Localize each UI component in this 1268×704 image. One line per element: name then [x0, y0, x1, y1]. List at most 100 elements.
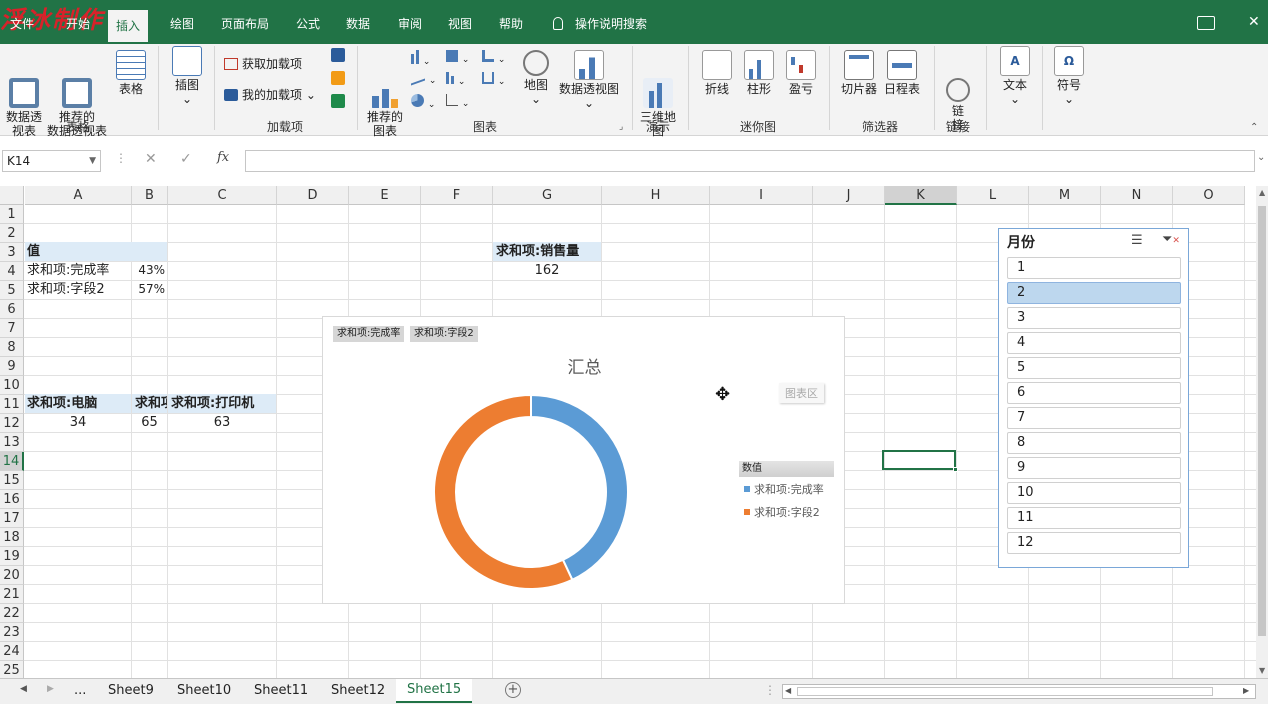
cell-b12[interactable]: 65 — [132, 413, 167, 432]
row-header-20[interactable]: 20 — [0, 566, 24, 585]
donut-slice-1[interactable] — [530, 394, 629, 582]
slicer-item-8[interactable]: 8 — [1007, 432, 1181, 454]
chart-field-button-completion[interactable]: 求和项:完成率 — [333, 326, 405, 342]
cell-b5[interactable]: 57% — [132, 280, 165, 299]
row-header-7[interactable]: 7 — [0, 319, 24, 338]
text-button[interactable]: A 文本 ⌄ — [996, 46, 1034, 106]
slicer-item-7[interactable]: 7 — [1007, 407, 1181, 429]
column-header-j[interactable]: J — [813, 186, 885, 205]
row-header-10[interactable]: 10 — [0, 376, 24, 395]
bing-maps-icon[interactable] — [331, 71, 345, 85]
row-header-24[interactable]: 24 — [0, 642, 24, 661]
tab-help[interactable]: 帮助 — [499, 12, 523, 36]
scroll-up-icon[interactable]: ▲ — [1259, 188, 1265, 197]
legend-field-button[interactable]: 数值 — [739, 461, 834, 477]
pie-chart-icon[interactable]: ⌄ — [411, 94, 437, 110]
line-chart-icon[interactable]: ⌄ — [411, 70, 437, 88]
statistic-chart-icon[interactable]: ⌄ — [446, 72, 474, 88]
waterfall-chart-icon[interactable]: ⌄ — [482, 50, 510, 66]
my-addins-button[interactable]: 我的加载项 ⌄ — [224, 87, 316, 103]
scroll-left-icon[interactable]: ◀ — [785, 686, 791, 695]
table-button[interactable]: 表格 — [112, 50, 150, 96]
formula-input[interactable] — [245, 150, 1255, 172]
legend-item-completion[interactable]: 求和项:完成率 — [744, 483, 824, 497]
fill-handle[interactable] — [953, 467, 958, 472]
row-header-4[interactable]: 4 — [0, 262, 24, 281]
cell-b4[interactable]: 43% — [132, 261, 165, 280]
column-header-a[interactable]: A — [25, 186, 132, 205]
row-header-11[interactable]: 11 — [0, 395, 24, 414]
tab-page-layout[interactable]: 页面布局 — [221, 12, 269, 36]
row-header-14[interactable]: 14 — [0, 452, 24, 471]
collapse-ribbon-icon[interactable]: ⌃ — [1250, 122, 1258, 133]
slicer-item-2[interactable]: 2 — [1007, 282, 1181, 304]
column-header-e[interactable]: E — [349, 186, 421, 205]
row-header-1[interactable]: 1 — [0, 205, 24, 224]
row-header-9[interactable]: 9 — [0, 357, 24, 376]
slicer-item-9[interactable]: 9 — [1007, 457, 1181, 479]
vertical-scrollbar[interactable]: ▲ ▼ — [1256, 186, 1268, 678]
dialog-launcher-icon[interactable]: ⌟ — [619, 122, 623, 132]
row-header-8[interactable]: 8 — [0, 338, 24, 357]
sheet-tab-sheet11[interactable]: Sheet11 — [254, 683, 308, 698]
symbol-button[interactable]: Ω 符号 ⌄ — [1050, 46, 1088, 106]
tell-me-search[interactable]: 操作说明搜索 — [553, 12, 647, 36]
row-header-2[interactable]: 2 — [0, 224, 24, 243]
scroll-tabs-left-icon[interactable]: ◀ — [20, 684, 27, 694]
tab-data[interactable]: 数据 — [346, 12, 370, 36]
tab-view[interactable]: 视图 — [448, 12, 472, 36]
insert-function-icon[interactable]: fx — [217, 150, 229, 165]
row-header-17[interactable]: 17 — [0, 509, 24, 528]
column-header-f[interactable]: F — [421, 186, 493, 205]
slicer-item-12[interactable]: 12 — [1007, 532, 1181, 554]
sparkline-line-button[interactable]: 折线 — [698, 50, 736, 96]
donut-chart[interactable] — [433, 394, 629, 590]
expand-formula-icon[interactable]: ⌄ — [1257, 152, 1265, 163]
row-header-18[interactable]: 18 — [0, 528, 24, 547]
map-chart-button[interactable]: 地图 ⌄ — [518, 50, 554, 106]
scroll-right-icon[interactable]: ▶ — [1243, 686, 1249, 695]
sheet-ellipsis[interactable]: ... — [74, 683, 86, 698]
slicer-item-3[interactable]: 3 — [1007, 307, 1181, 329]
cell-c11[interactable]: 求和项:打印机 — [168, 394, 276, 413]
cancel-icon[interactable]: ✕ — [145, 151, 157, 167]
legend-item-field2[interactable]: 求和项:字段2 — [744, 506, 820, 520]
row-header-22[interactable]: 22 — [0, 604, 24, 623]
scroll-down-icon[interactable]: ▼ — [1259, 666, 1265, 675]
row-header-21[interactable]: 21 — [0, 585, 24, 604]
column-header-h[interactable]: H — [602, 186, 710, 205]
recommended-charts-button[interactable]: 推荐的 图表 — [363, 50, 407, 152]
sparkline-column-button[interactable]: 柱形 — [740, 50, 778, 96]
chart-field-button-field2[interactable]: 求和项:字段2 — [410, 326, 478, 342]
slicer-item-1[interactable]: 1 — [1007, 257, 1181, 279]
row-header-19[interactable]: 19 — [0, 547, 24, 566]
row-header-15[interactable]: 15 — [0, 471, 24, 490]
column-header-d[interactable]: D — [277, 186, 349, 205]
tab-insert[interactable]: 插入 — [108, 10, 149, 44]
enter-icon[interactable]: ✓ — [180, 151, 192, 167]
column-header-k[interactable]: K — [885, 186, 957, 205]
row-header-25[interactable]: 25 — [0, 661, 24, 678]
column-header-c[interactable]: C — [168, 186, 277, 205]
people-graph-icon[interactable] — [331, 94, 345, 108]
row-header-23[interactable]: 23 — [0, 623, 24, 642]
donut-slice-2[interactable] — [433, 394, 574, 590]
horizontal-scroll-thumb[interactable] — [797, 687, 1213, 696]
cell-a5[interactable]: 求和项:字段2 — [25, 280, 131, 299]
column-header-l[interactable]: L — [957, 186, 1029, 205]
vertical-scroll-thumb[interactable] — [1258, 206, 1266, 636]
sparkline-winloss-button[interactable]: 盈亏 — [782, 50, 820, 96]
illustrations-button[interactable]: 插图 ⌄ — [167, 46, 207, 106]
month-slicer[interactable]: 月份 ☰ ⏷✕ 1 2 3 4 5 6 7 8 9 10 11 12 — [998, 228, 1189, 568]
clear-filter-icon[interactable]: ⏷✕ — [1162, 232, 1180, 247]
sheet-tab-sheet15[interactable]: Sheet15 — [396, 679, 473, 703]
column-header-b[interactable]: B — [132, 186, 168, 205]
combo-chart-icon[interactable]: ⌄ — [482, 72, 510, 88]
recommended-pivot-button[interactable]: 推荐的 数据透视表 — [46, 50, 108, 152]
cell-b11[interactable]: 求和项:打印机 — [132, 394, 167, 413]
column-header-o[interactable]: O — [1173, 186, 1245, 205]
slicer-item-10[interactable]: 10 — [1007, 482, 1181, 504]
add-sheet-icon[interactable]: + — [505, 682, 521, 698]
name-box[interactable]: K14 ▼ — [2, 150, 101, 172]
row-header-13[interactable]: 13 — [0, 433, 24, 452]
